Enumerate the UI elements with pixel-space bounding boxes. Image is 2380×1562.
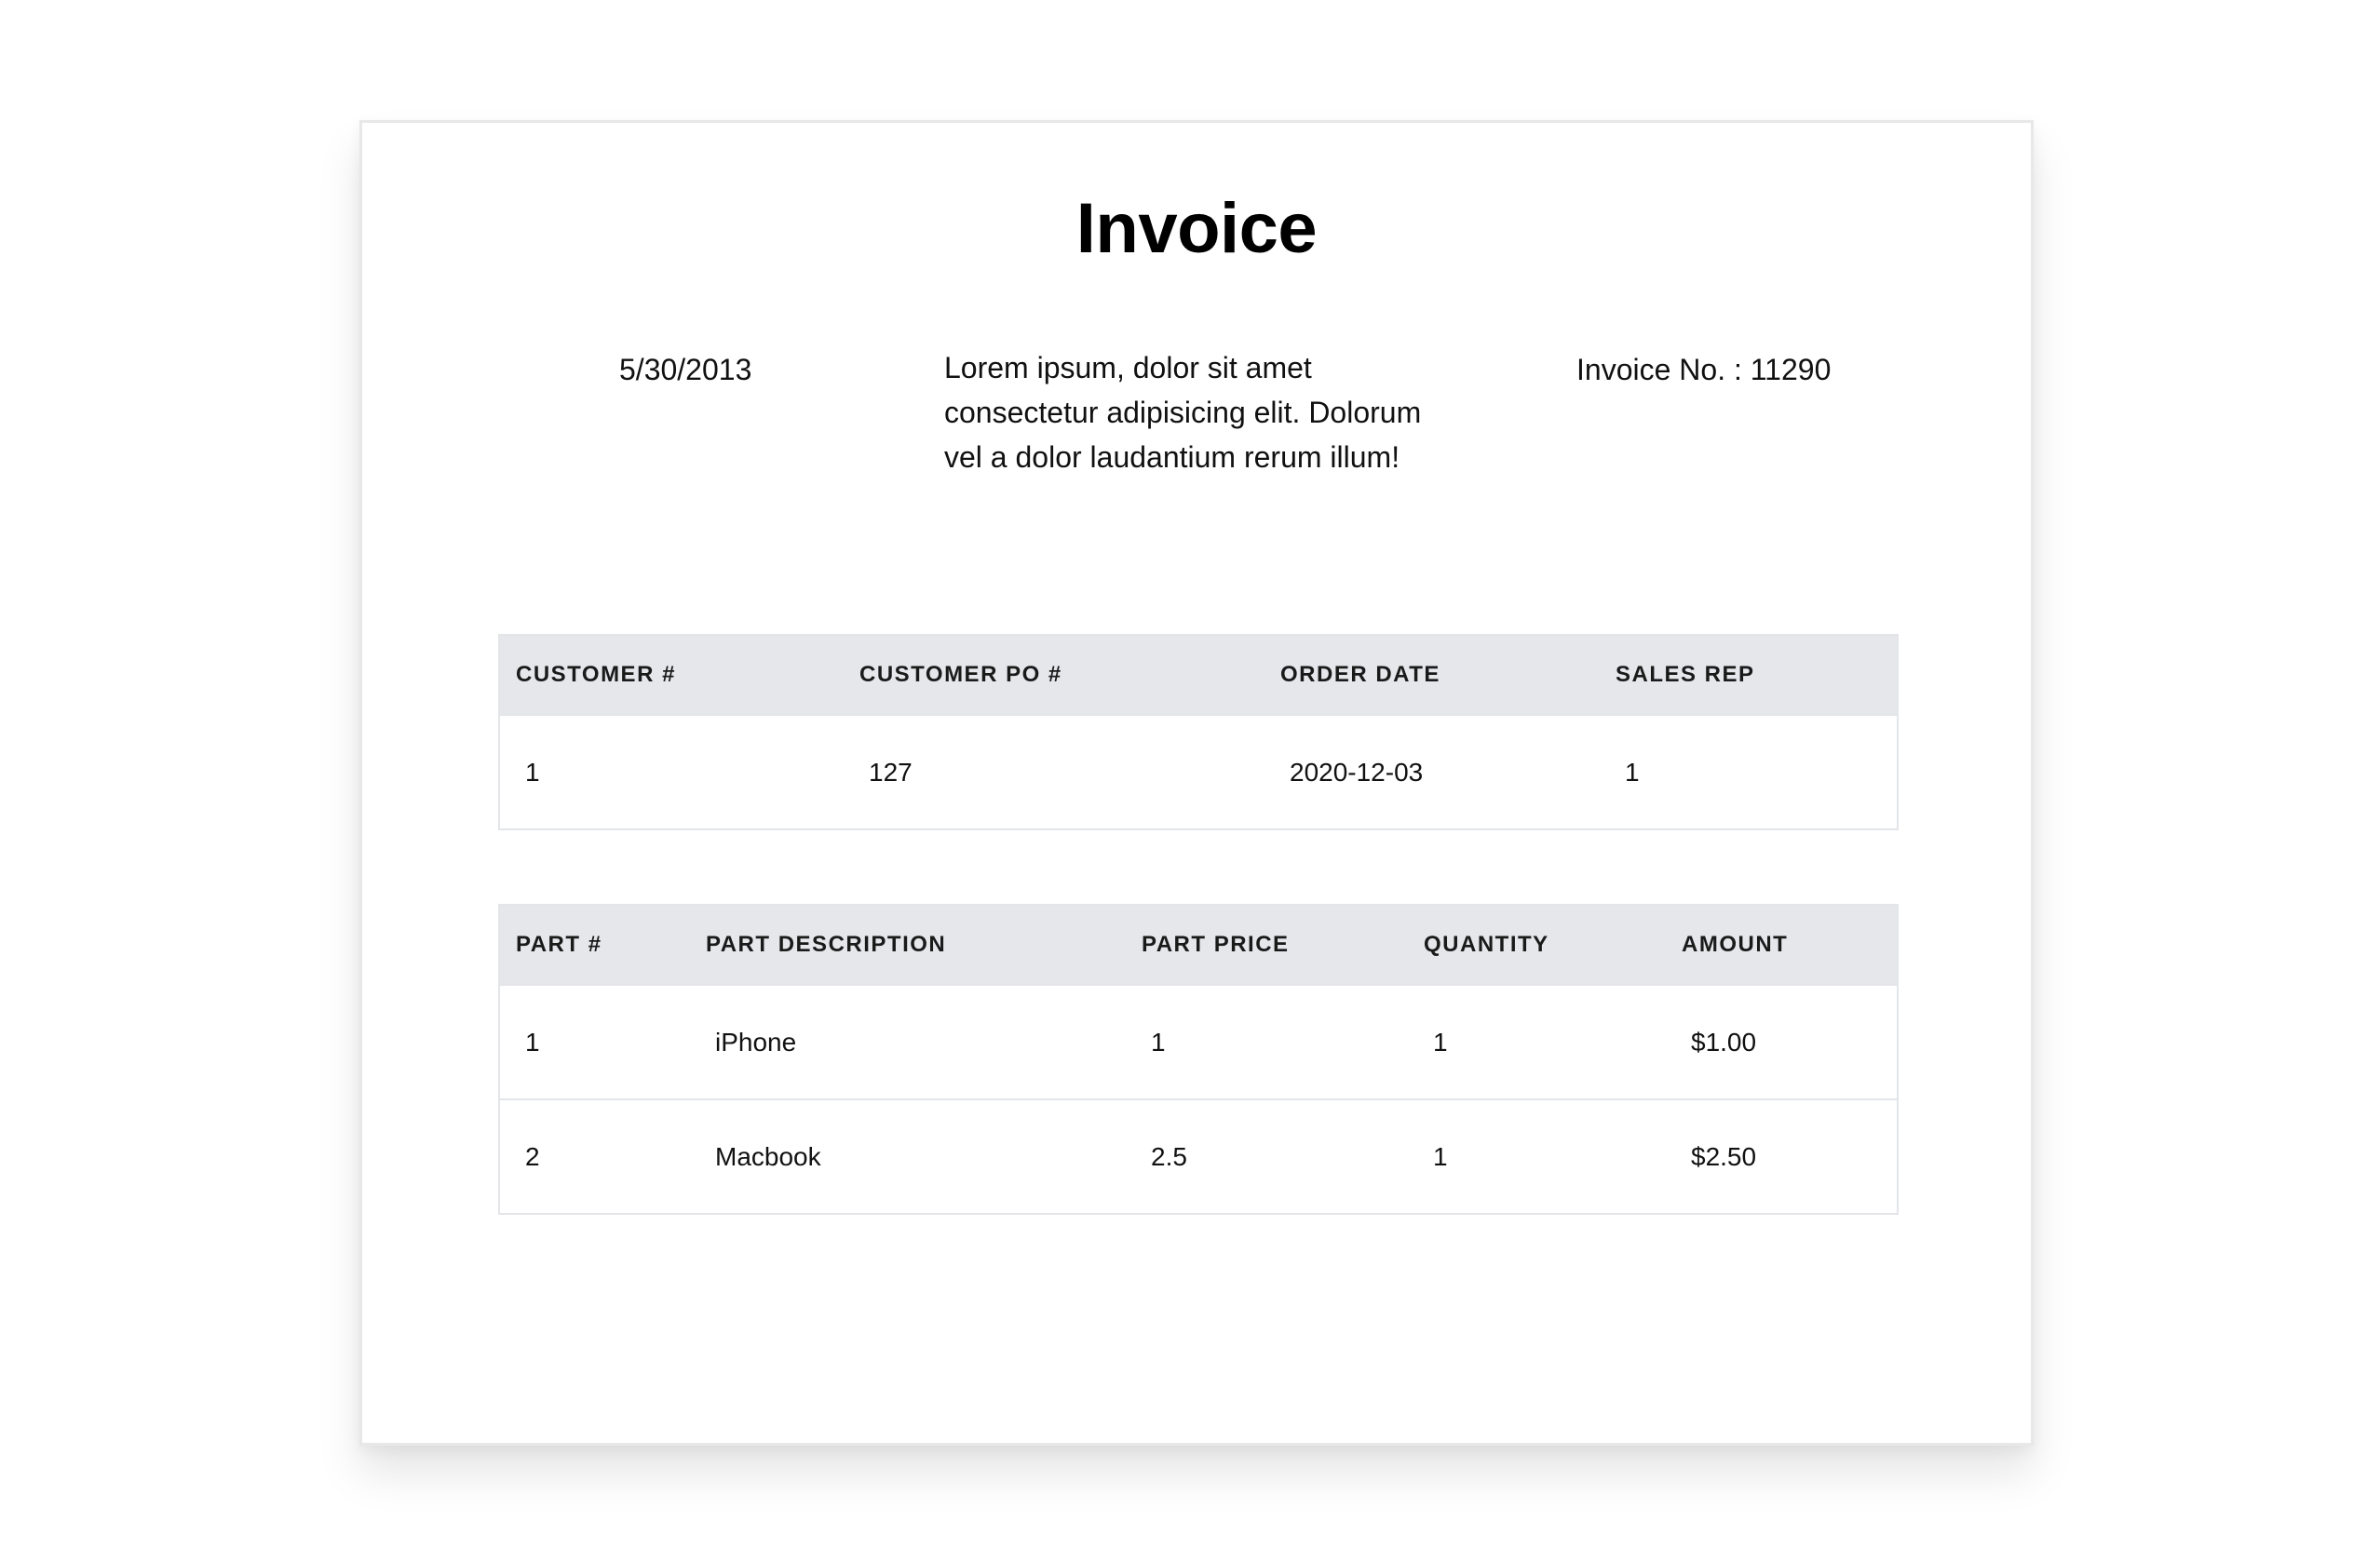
table-row: 1 127 2020-12-03 1 bbox=[499, 714, 1898, 829]
invoice-page: Invoice 5/30/2013 Lorem ipsum, dolor sit… bbox=[359, 120, 2034, 1446]
cell-part-description: Macbook bbox=[690, 1098, 1126, 1214]
parts-table: PART # PART DESCRIPTION PART PRICE QUANT… bbox=[498, 904, 1899, 1215]
cell-sales-rep: 1 bbox=[1600, 714, 1898, 829]
order-info-table: CUSTOMER # CUSTOMER PO # ORDER DATE SALE… bbox=[498, 634, 1899, 830]
header-part-number: PART # bbox=[499, 905, 690, 985]
header-amount: AMOUNT bbox=[1666, 905, 1898, 985]
header-sales-rep: SALES REP bbox=[1600, 635, 1898, 715]
parts-header-row: PART # PART DESCRIPTION PART PRICE QUANT… bbox=[499, 905, 1898, 985]
invoice-number: Invoice No. : 11290 bbox=[1576, 353, 1832, 386]
cell-customer-po: 127 bbox=[844, 714, 1264, 829]
header-customer-po: CUSTOMER PO # bbox=[844, 635, 1264, 715]
header-customer-number: CUSTOMER # bbox=[499, 635, 844, 715]
header-part-price: PART PRICE bbox=[1126, 905, 1408, 985]
cell-part-number: 1 bbox=[499, 984, 690, 1099]
cell-quantity: 1 bbox=[1408, 1098, 1666, 1214]
cell-part-number: 2 bbox=[499, 1098, 690, 1214]
order-header-row: CUSTOMER # CUSTOMER PO # ORDER DATE SALE… bbox=[499, 635, 1898, 715]
cell-amount: $2.50 bbox=[1666, 1098, 1898, 1214]
header-quantity: QUANTITY bbox=[1408, 905, 1666, 985]
invoice-description: Lorem ipsum, dolor sit amet consectetur … bbox=[944, 351, 1422, 474]
invoice-title: Invoice bbox=[1075, 189, 1318, 268]
cell-quantity: 1 bbox=[1408, 984, 1666, 1099]
cell-amount: $1.00 bbox=[1666, 984, 1898, 1099]
cell-part-price: 2.5 bbox=[1126, 1098, 1408, 1214]
cell-part-price: 1 bbox=[1126, 984, 1408, 1099]
invoice-date: 5/30/2013 bbox=[619, 353, 752, 386]
cell-customer-number: 1 bbox=[499, 714, 844, 829]
header-part-description: PART DESCRIPTION bbox=[690, 905, 1126, 985]
cell-part-description: iPhone bbox=[690, 984, 1126, 1099]
table-row: 2 Macbook 2.5 1 $2.50 bbox=[499, 1098, 1898, 1214]
header-order-date: ORDER DATE bbox=[1264, 635, 1600, 715]
table-row: 1 iPhone 1 1 $1.00 bbox=[499, 984, 1898, 1099]
cell-order-date: 2020-12-03 bbox=[1264, 714, 1600, 829]
